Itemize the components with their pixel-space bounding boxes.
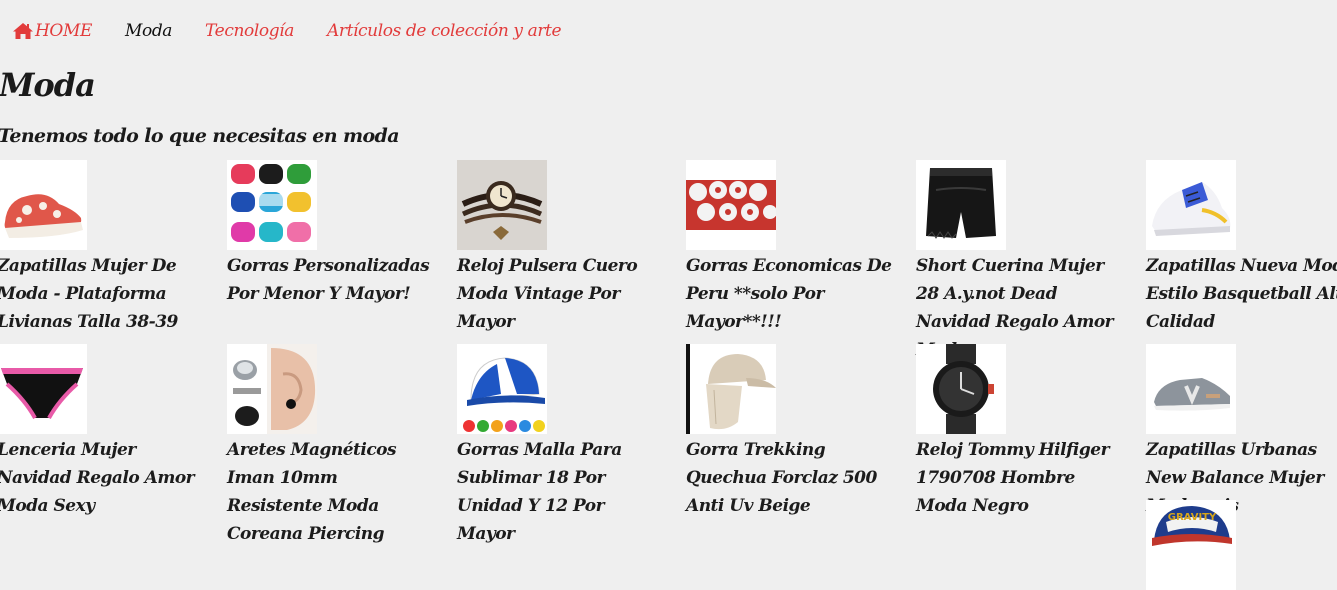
product-card[interactable]: Gorras Economicas De Peru **solo Por May… [686,160,896,336]
product-image-watch-bracelet[interactable] [457,160,547,250]
product-title[interactable]: Gorras Economicas De Peru **solo Por May… [686,252,896,336]
main-nav: HOME Moda Tecnología Artículos de colecc… [12,18,594,44]
product-card[interactable]: Aretes Magnéticos Iman 10mm Resistente M… [227,344,437,548]
product-image-sneakers-white[interactable] [1146,160,1236,250]
gravity-logo-text: GRAVITY [1168,512,1217,523]
product-title[interactable]: Reloj Pulsera Cuero Moda Vintage Por May… [457,252,667,336]
nav-item-moda[interactable]: Moda [125,21,172,41]
product-image-trekking-cap[interactable] [686,344,776,434]
product-title[interactable]: Zapatillas Mujer De Moda - Plataforma Li… [0,252,207,336]
product-card[interactable]: Lenceria Mujer Navidad Regalo Amor Moda … [0,344,207,520]
product-card[interactable]: Gorras Malla Para Sublimar 18 Por Unidad… [457,344,667,548]
product-image-lingerie[interactable] [0,344,87,434]
nav-home-label: HOME [35,21,92,41]
product-card[interactable]: Reloj Tommy Hilfiger 1790708 Hombre Moda… [916,344,1126,520]
product-card[interactable]: Zapatillas Urbanas New Balance Mujer Mod… [1146,344,1337,520]
product-image-caps-colorful[interactable] [227,160,317,250]
product-image-watch-black[interactable] [916,344,1006,434]
product-image-gravity-falls-cap[interactable]: GRAVITY [1146,500,1236,590]
product-title[interactable]: Gorras Personalizadas Por Menor Y Mayor! [227,252,437,308]
product-image-caps-red-white[interactable] [686,160,776,250]
product-card[interactable]: Gorras Personalizadas Por Menor Y Mayor! [227,160,437,308]
product-image-leather-shorts[interactable] [916,160,1006,250]
product-title[interactable]: Reloj Tommy Hilfiger 1790708 Hombre Moda… [916,436,1126,520]
product-title[interactable]: Zapatillas Nueva Moda Estilo Basquetball… [1146,252,1337,336]
product-card[interactable]: Zapatillas Nueva Moda Estilo Basquetball… [1146,160,1337,336]
product-image-earrings[interactable] [227,344,317,434]
product-image-sneakers-grey[interactable] [1146,344,1236,434]
nav-item-coleccion-arte[interactable]: Artículos de colección y arte [327,21,562,41]
product-title[interactable]: Lenceria Mujer Navidad Regalo Amor Moda … [0,436,207,520]
product-title[interactable]: Gorra Trekking Quechua Forclaz 500 Anti … [686,436,896,520]
product-card[interactable]: Zapatillas Mujer De Moda - Plataforma Li… [0,160,207,336]
product-image-sneakers-floral[interactable] [0,160,87,250]
product-card[interactable]: GRAVITY [1146,500,1337,590]
page-subtitle: Tenemos todo lo que necesitas en moda [0,125,400,147]
product-grid: Zapatillas Mujer De Moda - Plataforma Li… [0,160,1337,590]
product-card[interactable]: Reloj Pulsera Cuero Moda Vintage Por May… [457,160,667,336]
home-icon [13,23,33,39]
product-title[interactable]: Aretes Magnéticos Iman 10mm Resistente M… [227,436,437,548]
nav-item-tecnologia[interactable]: Tecnología [205,21,294,41]
page-title: Moda [0,66,96,104]
nav-home-link[interactable]: HOME [12,21,92,41]
product-card[interactable]: Short Cuerina Mujer 28 A.y.not Dead Navi… [916,160,1126,364]
product-card[interactable]: Gorra Trekking Quechua Forclaz 500 Anti … [686,344,896,520]
product-image-mesh-cap[interactable] [457,344,547,434]
product-title[interactable]: Gorras Malla Para Sublimar 18 Por Unidad… [457,436,667,548]
